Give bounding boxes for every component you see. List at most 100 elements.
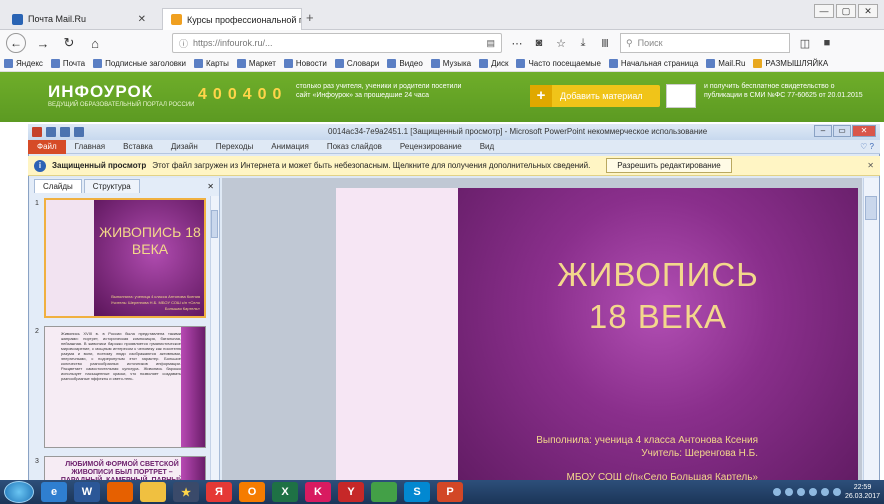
bookmark-item[interactable]: Начальная страница bbox=[608, 59, 698, 68]
close-window-button[interactable]: ✕ bbox=[858, 4, 878, 18]
bookmark-icon bbox=[50, 59, 60, 68]
bookmark-item[interactable]: Яндекс bbox=[4, 59, 43, 68]
ok-icon[interactable]: O bbox=[239, 482, 265, 502]
add-material-button[interactable]: + Добавить материал bbox=[530, 85, 660, 107]
star-app-icon[interactable]: ★ bbox=[173, 482, 199, 502]
slide-number: 3 bbox=[35, 458, 39, 465]
ie-icon[interactable]: e bbox=[41, 482, 67, 502]
close-tab-icon[interactable]: ✕ bbox=[138, 14, 146, 25]
bookmark-item[interactable]: Mail.Ru bbox=[706, 59, 745, 68]
more-icon[interactable]: ⋯ bbox=[510, 37, 524, 50]
tray-icon[interactable] bbox=[808, 488, 817, 496]
protected-view-label: Защищенный просмотр bbox=[52, 161, 147, 170]
powerpoint-icon[interactable]: P bbox=[437, 482, 463, 502]
search-input[interactable]: ⚲ Поиск bbox=[620, 33, 790, 53]
word-icon[interactable]: W bbox=[74, 482, 100, 502]
bookmark-item[interactable]: Диск bbox=[479, 59, 508, 68]
tab-infourok[interactable]: Курсы профессиональной пе ✕ bbox=[162, 8, 302, 30]
tray-icon[interactable] bbox=[784, 488, 793, 496]
yandex-browser-icon[interactable]: Y bbox=[338, 482, 364, 502]
bookmark-star-icon[interactable]: ☆ bbox=[554, 37, 568, 50]
kaspersky-icon[interactable]: K bbox=[305, 482, 331, 502]
ribbon-tabs: Файл Главная Вставка Дизайн Переходы Ани… bbox=[28, 139, 880, 154]
panel-scrollbar[interactable] bbox=[210, 196, 219, 504]
firefox-icon[interactable] bbox=[107, 482, 133, 502]
protected-view-message[interactable]: Этот файл загружен из Интернета и может … bbox=[152, 161, 590, 170]
bookmark-icon bbox=[608, 59, 618, 68]
tab-animations[interactable]: Анимация bbox=[262, 142, 318, 151]
slide-scroll-thumb[interactable] bbox=[865, 196, 877, 220]
bookmark-icon bbox=[283, 59, 293, 68]
tab-design[interactable]: Дизайн bbox=[162, 142, 207, 151]
bookmark-icon bbox=[706, 59, 716, 68]
media-icon[interactable] bbox=[371, 482, 397, 502]
pocket-icon[interactable]: ◙ bbox=[532, 37, 546, 49]
bookmark-item[interactable]: Почта bbox=[50, 59, 85, 68]
bookmark-item[interactable]: Карты bbox=[194, 59, 229, 68]
tray-icon[interactable] bbox=[772, 488, 781, 496]
maximize-button[interactable]: ▢ bbox=[836, 4, 856, 18]
tray-icon[interactable] bbox=[796, 488, 805, 496]
tab-mail[interactable]: Почта Mail.Ru ✕ bbox=[4, 8, 154, 30]
bookmark-item[interactable]: Подписные заголовки bbox=[93, 59, 186, 68]
skype-icon[interactable]: S bbox=[404, 482, 430, 502]
slide-thumbnail-2[interactable]: Живопись XVIII в. в России была представ… bbox=[44, 326, 206, 448]
slide-thumbnail-1[interactable]: ЖИВОПИСЬ 18 ВЕКА Выполнила: ученица 4 кл… bbox=[44, 198, 206, 318]
undo-icon[interactable] bbox=[60, 127, 70, 137]
network-icon[interactable] bbox=[820, 488, 829, 496]
start-button[interactable] bbox=[4, 481, 34, 503]
ppt-maximize-button[interactable]: ▭ bbox=[833, 125, 851, 137]
tab-outline[interactable]: Структура bbox=[83, 179, 140, 193]
powerpoint-app-icon[interactable] bbox=[32, 127, 42, 137]
slide-author-line: Выполнила: ученица 4 класса Антонова Ксе… bbox=[536, 435, 758, 446]
enable-editing-button[interactable]: Разрешить редактирование bbox=[606, 158, 732, 173]
new-tab-button[interactable]: + bbox=[306, 10, 314, 25]
bookmark-item[interactable]: Маркет bbox=[236, 59, 276, 68]
forward-arrow-icon[interactable]: → bbox=[34, 36, 52, 51]
site-logo[interactable]: ИНФОУРОК bbox=[48, 82, 153, 102]
info-icon[interactable]: ⓘ bbox=[179, 37, 188, 50]
bookmark-item[interactable]: Новости bbox=[283, 59, 327, 68]
slide-scrollbar[interactable] bbox=[863, 178, 879, 504]
reload-icon[interactable]: ↻ bbox=[60, 35, 78, 51]
bookmark-item[interactable]: Музыка bbox=[430, 59, 471, 68]
tab-file[interactable]: Файл bbox=[28, 139, 66, 154]
tab-slides[interactable]: Слайды bbox=[34, 179, 82, 193]
url-bar[interactable]: ⓘ https://infourok.ru/... ▤ bbox=[172, 33, 502, 53]
ppt-minimize-button[interactable]: – bbox=[814, 125, 832, 137]
close-panel-icon[interactable]: ✕ bbox=[207, 182, 220, 191]
explorer-icon[interactable] bbox=[140, 482, 166, 502]
bookmark-item[interactable]: Часто посещаемые bbox=[516, 59, 601, 68]
bookmark-icon bbox=[93, 59, 103, 68]
system-tray: 22:59 26.03.2017 bbox=[772, 483, 880, 501]
extension-icon[interactable]: ■ bbox=[820, 37, 834, 49]
library-icon[interactable]: Ⅲ bbox=[598, 37, 612, 50]
home-icon[interactable]: ⌂ bbox=[86, 36, 104, 51]
volume-icon[interactable] bbox=[832, 488, 841, 496]
bookmark-icon bbox=[236, 59, 246, 68]
close-icon[interactable]: ✕ bbox=[867, 161, 874, 170]
bookmark-item[interactable]: РАЗМЫШЛЯЙКА bbox=[753, 59, 828, 68]
tab-view[interactable]: Вид bbox=[471, 142, 503, 151]
bookmark-item[interactable]: Словари bbox=[334, 59, 379, 68]
minimize-button[interactable]: — bbox=[814, 4, 834, 18]
tab-slideshow[interactable]: Показ слайдов bbox=[318, 142, 391, 151]
excel-icon[interactable]: X bbox=[272, 482, 298, 502]
back-arrow-icon[interactable]: ← bbox=[6, 33, 26, 53]
tab-review[interactable]: Рецензирование bbox=[391, 142, 471, 151]
tab-transitions[interactable]: Переходы bbox=[207, 142, 263, 151]
download-icon[interactable]: ⤓ bbox=[576, 37, 590, 50]
sidebar-icon[interactable]: ◫ bbox=[798, 37, 812, 50]
yandex-icon[interactable]: Я bbox=[206, 482, 232, 502]
panel-scroll-thumb[interactable] bbox=[211, 210, 218, 238]
tab-insert[interactable]: Вставка bbox=[114, 142, 162, 151]
redo-icon[interactable] bbox=[74, 127, 84, 137]
tab-home[interactable]: Главная bbox=[66, 142, 114, 151]
reader-view-icon[interactable]: ▤ bbox=[486, 38, 495, 49]
help-icon[interactable]: ♡ ? bbox=[860, 142, 880, 151]
clock[interactable]: 22:59 26.03.2017 bbox=[845, 483, 880, 501]
bookmark-item[interactable]: Видео bbox=[387, 59, 423, 68]
ppt-close-button[interactable]: ✕ bbox=[852, 125, 876, 137]
slide-title-line-1: ЖИВОПИСЬ bbox=[557, 256, 759, 293]
save-icon[interactable] bbox=[46, 127, 56, 137]
